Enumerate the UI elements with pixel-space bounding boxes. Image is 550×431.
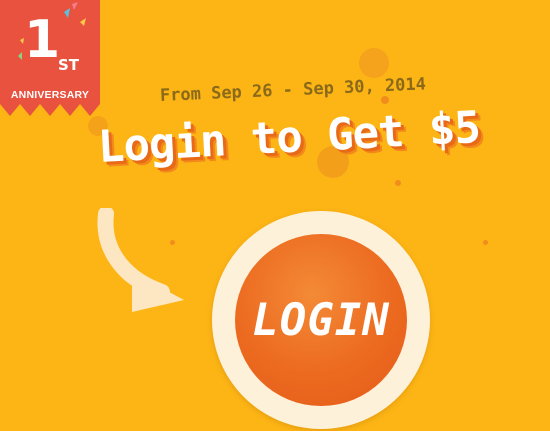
decor-dot [483,240,488,245]
login-button[interactable]: LOGIN [235,234,407,406]
decor-dot [359,48,389,78]
login-button-label: LOGIN [252,294,390,346]
anniversary-ribbon: 1 ST ANNIVERSARY [0,0,100,118]
ribbon-suffix: ST [58,56,80,74]
decor-dot [395,180,401,186]
ribbon-label: ANNIVERSARY [10,89,90,101]
promo-page: 1 ST ANNIVERSARY From Sep 26 - Sep 30, 2… [0,0,550,431]
ribbon-number: 1 [24,10,60,70]
promo-date-range: From Sep 26 - Sep 30, 2014 [159,74,427,106]
curved-arrow-icon [97,208,184,312]
decor-dot [381,96,389,104]
login-button-ring: LOGIN [212,211,430,429]
